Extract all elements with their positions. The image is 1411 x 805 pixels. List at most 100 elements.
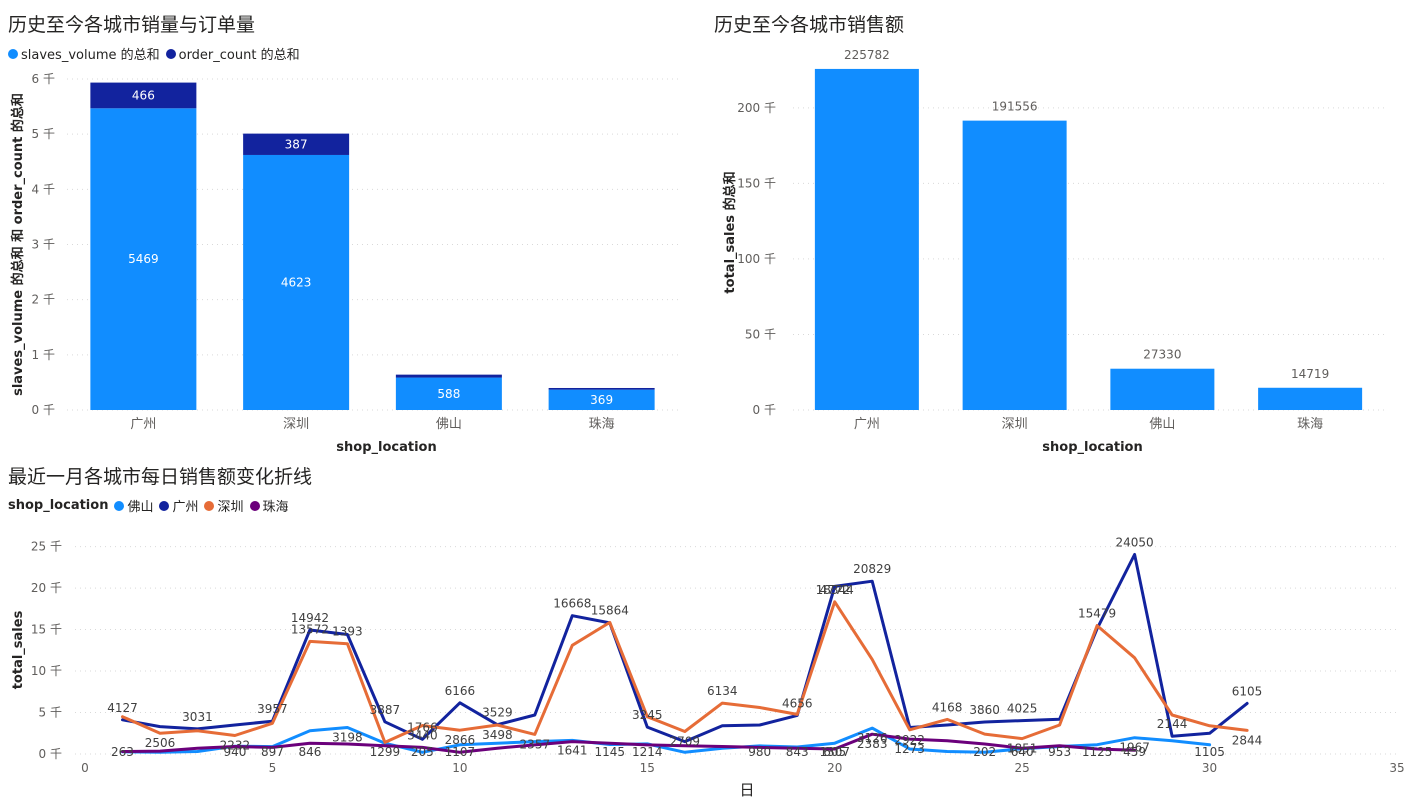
chart3-data-label: 2144 [1157, 717, 1188, 731]
chart3-x-tick: 15 [640, 761, 655, 775]
chart2-bar [962, 120, 1067, 410]
chart3-data-label: 3498 [482, 728, 513, 742]
chart3-data-label: 202 [973, 745, 996, 759]
chart3-y-tick: 20 千 [31, 581, 62, 595]
chart3-data-label: 13572 [291, 622, 329, 636]
chart3-x-tick: 35 [1389, 761, 1404, 775]
chart3-data-label: 3245 [632, 708, 663, 722]
chart3-y-tick: 0 千 [39, 747, 62, 761]
chart3-data-label: 4025 [1007, 702, 1038, 716]
chart1-data-label: 4623 [281, 275, 312, 289]
chart3-data-label: 1105 [1194, 745, 1225, 759]
chart3-data-label: 18344 [816, 583, 854, 597]
chart3-y-axis-label: total_sales [11, 610, 26, 689]
chart3-data-label: 1299 [370, 745, 401, 759]
chart2-x-axis-label: shop_location [1042, 440, 1142, 455]
chart1-x-tick: 佛山 [436, 417, 462, 432]
chart2-bar [1258, 387, 1363, 410]
chart3-data-label: 3860 [969, 703, 1000, 717]
chart1-y-tick: 3 千 [32, 238, 55, 252]
chart3-data-label: 843 [786, 745, 809, 759]
chart3-x-tick: 10 [452, 761, 467, 775]
chart3-data-label: 1851 [1007, 742, 1038, 756]
chart3-data-label: 6166 [445, 684, 476, 698]
chart3-y-tick: 10 千 [31, 664, 62, 678]
chart2-x-tick: 广州 [854, 417, 880, 432]
chart3-data-label: 2357 [520, 737, 551, 751]
chart2-bar [814, 68, 919, 411]
chart3-plot: 0 千 5 千 10 千 15 千 20 千 25 千 0 5 10 15 20 25 30 35 263 9… [11, 535, 1405, 799]
chart-sales-orders-panel: 历史至今各城市销量与订单量 slaves_volume 的总和 order_co… [0, 0, 706, 460]
chart3-data-label: 15864 [591, 603, 629, 617]
chart2-x-tick: 深圳 [1002, 417, 1028, 432]
chart2-x-tick: 珠海 [1297, 417, 1323, 432]
chart3-data-label: 1145 [595, 745, 626, 759]
chart1-data-label: 5469 [128, 252, 159, 266]
chart1-data-label: 369 [590, 393, 613, 407]
chart2-plot: 0 千 50 千 100 千 150 千 200 千 225782 广州 191556 深圳 27… [722, 48, 1384, 455]
chart1-x-axis-label: shop_location [336, 440, 436, 455]
chart3-data-label: 205 [411, 745, 434, 759]
chart2-y-tick: 200 千 [737, 101, 776, 115]
chart3-data-label: 263 [111, 745, 134, 759]
chart3-data-label: 20829 [853, 562, 891, 576]
chart3-x-tick: 30 [1202, 761, 1217, 775]
chart3-x-tick: 5 [269, 761, 277, 775]
chart3-data-label: 3957 [257, 702, 288, 716]
chart3-data-label: 1214 [632, 745, 663, 759]
chart3-data-label: 15479 [1078, 607, 1116, 621]
chart2-y-tick: 0 千 [753, 403, 776, 417]
chart3-data-label: 1641 [557, 743, 588, 757]
chart1-bar [548, 387, 655, 390]
chart3-data-label: 2844 [1232, 733, 1263, 747]
chart3-data-label: 6105 [1232, 684, 1263, 698]
chart2-y-axis-label: total_sales 的总和 [722, 171, 738, 293]
chart1-y-tick: 0 千 [32, 403, 55, 417]
chart1-bar [395, 374, 502, 378]
chart3-data-label: 4127 [107, 701, 138, 715]
chart3-data-label: 2506 [145, 736, 176, 750]
chart2-data-label: 14719 [1291, 367, 1329, 381]
chart2-data-label: 191556 [992, 100, 1038, 114]
chart1-y-tick: 6 千 [32, 72, 55, 86]
chart1-x-tick: 广州 [130, 417, 156, 432]
chart3-data-label: 980 [748, 745, 771, 759]
chart3-data-label: 459 [1123, 745, 1146, 759]
chart3-series-line [121, 553, 1249, 744]
chart3-data-label: 6134 [707, 684, 738, 698]
chart3-data-label: 3440 [407, 728, 438, 742]
chart3-x-tick: 20 [827, 761, 842, 775]
chart3-y-tick: 15 千 [31, 623, 62, 637]
chart2-data-label: 27330 [1143, 348, 1181, 362]
chart2-x-tick: 佛山 [1149, 417, 1175, 432]
chart1-y-tick: 4 千 [32, 182, 55, 196]
chart3-x-tick: 0 [81, 761, 89, 775]
chart3-data-label: 2383 [857, 737, 888, 751]
chart2-y-tick: 50 千 [745, 327, 776, 341]
chart1-data-label: 387 [285, 137, 308, 151]
chart3-y-tick: 5 千 [39, 706, 62, 720]
chart3-x-tick: 25 [1015, 761, 1030, 775]
chart1-y-tick: 1 千 [32, 348, 55, 362]
chart1-data-label: 466 [132, 88, 155, 102]
chart1-y-tick: 2 千 [32, 293, 55, 307]
chart3-data-label: 4168 [932, 700, 963, 714]
chart-daily-sales-panel: 最近一月各城市每日销售额变化折线 shop_location 佛山 广州 深圳 … [0, 460, 1411, 805]
chart3-data-label: 1393 [332, 625, 363, 639]
chart3-x-axis-label: 日 [739, 781, 754, 799]
chart3-data-label: 953 [1048, 745, 1071, 759]
chart3-data-label: 24050 [1116, 535, 1154, 549]
chart3-data-label: 2709 [669, 735, 700, 749]
chart1-y-axis-label: slaves_volume 的总和 和 order_count 的总和 [10, 93, 26, 396]
chart2-y-tick: 150 千 [737, 176, 776, 190]
chart3-data-label: 1125 [1082, 745, 1113, 759]
chart1-data-label: 588 [437, 387, 460, 401]
chart3-y-tick: 25 千 [31, 540, 62, 554]
chart3-data-label: 2866 [445, 733, 476, 747]
chart1-plot: 0 千 1 千 2 千 3 千 4 千 5 千 6 千 5469 466 广州 4623 387 深圳 5… [10, 72, 678, 455]
chart3-data-label: 3529 [482, 706, 513, 720]
chart3-data-label: 4656 [782, 696, 813, 710]
chart2-bar [1110, 368, 1215, 410]
chart2-data-label: 225782 [844, 48, 890, 62]
chart3-data-label: 3198 [332, 730, 363, 744]
